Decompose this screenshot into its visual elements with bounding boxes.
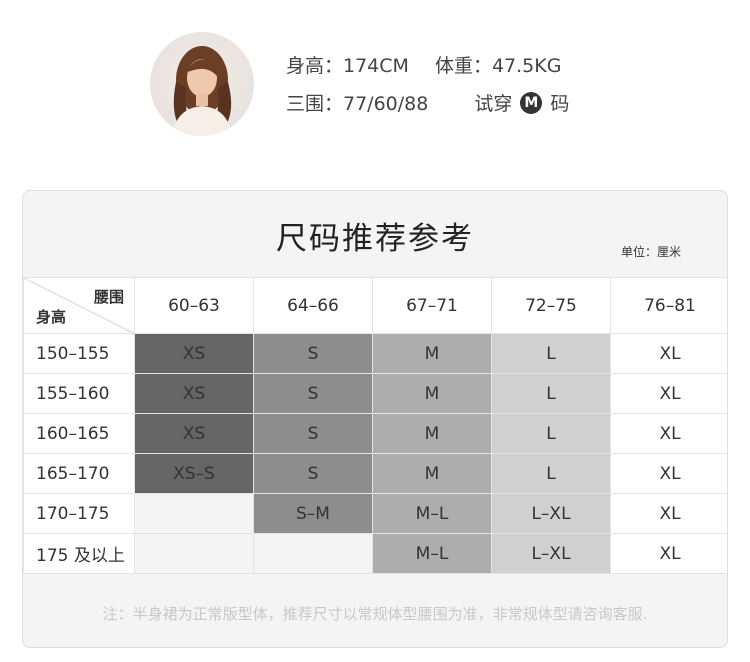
model-height: 身高：174CM <box>286 55 409 77</box>
size-cell <box>253 533 373 574</box>
column-header: 76–81 <box>610 277 727 334</box>
row-height-label: 170–175 <box>23 493 135 534</box>
size-cell: XL <box>610 533 727 574</box>
row-height-label: 160–165 <box>23 413 135 454</box>
size-cell: L <box>491 413 611 454</box>
chart-unit: 单位：厘米 <box>620 245 681 259</box>
size-cell: XS–S <box>134 453 254 494</box>
model-measurements: 三围：77/60/88 <box>286 93 429 115</box>
row-height-label: 175 及以上 <box>23 533 135 574</box>
size-guide-page: 身高：174CM 体重：47.5KG 三围：77/60/88 试穿 M 码 尺码… <box>0 0 750 662</box>
row-height-label: 165–170 <box>23 453 135 494</box>
size-cell: M <box>372 373 492 414</box>
size-cell: L <box>491 373 611 414</box>
table-row: 165–170 XS–S S M L XL <box>23 453 727 494</box>
size-cell: M <box>372 413 492 454</box>
model-avatar <box>150 32 254 136</box>
column-header: 67–71 <box>372 277 492 334</box>
chart-footnote: 注：半身裙为正常版型体，推荐尺寸以常规体型腰围为准，非常规体型请咨询客服. <box>102 605 648 623</box>
size-cell: XS <box>134 373 254 414</box>
table-row: 160–165 XS S M L XL <box>23 413 727 454</box>
size-cell: XL <box>610 373 727 414</box>
size-cell: XS <box>134 333 254 374</box>
table-row: 170–175 S–M M–L L–XL XL <box>23 493 727 534</box>
size-chart-card: 尺码推荐参考 单位：厘米 腰围 身高 60–63 64–66 67–71 72–… <box>22 190 728 648</box>
size-cell: M <box>372 333 492 374</box>
size-cell: L–XL <box>491 533 611 574</box>
table-header-row: 腰围 身高 60–63 64–66 67–71 72–75 76–81 <box>23 277 727 334</box>
size-table: 腰围 身高 60–63 64–66 67–71 72–75 76–81 150–… <box>23 277 727 574</box>
size-cell <box>134 493 254 534</box>
size-cell: M–L <box>372 493 492 534</box>
size-cell: L <box>491 453 611 494</box>
size-cell: XL <box>610 333 727 374</box>
try-on-prefix: 试穿 <box>474 93 513 115</box>
table-row: 175 及以上 M–L L–XL XL <box>23 533 727 574</box>
corner-waist-label: 腰围 <box>93 288 124 306</box>
model-info-row-1: 身高：174CM 体重：47.5KG <box>286 51 561 78</box>
row-height-label: 155–160 <box>23 373 135 414</box>
column-header: 72–75 <box>491 277 611 334</box>
size-cell: M <box>372 453 492 494</box>
corner-height-label: 身高 <box>36 308 67 326</box>
size-cell: S <box>253 333 373 374</box>
size-cell: S <box>253 453 373 494</box>
table-row: 155–160 XS S M L XL <box>23 373 727 414</box>
size-cell: XS <box>134 413 254 454</box>
size-cell: L–XL <box>491 493 611 534</box>
size-cell: M–L <box>372 533 492 574</box>
size-cell <box>134 533 254 574</box>
row-height-label: 150–155 <box>23 333 135 374</box>
size-cell: S <box>253 413 373 454</box>
size-cell: XL <box>610 413 727 454</box>
size-cell: S–M <box>253 493 373 534</box>
model-portrait-icon <box>172 46 232 136</box>
size-table-body: 腰围 身高 60–63 64–66 67–71 72–75 76–81 150–… <box>23 277 727 574</box>
try-on-size-badge: M <box>520 91 543 114</box>
model-info-row-2: 三围：77/60/88 试穿 M 码 <box>286 89 569 116</box>
try-on-suffix: 码 <box>550 93 570 115</box>
size-cell: S <box>253 373 373 414</box>
table-row: 150–155 XS S M L XL <box>23 333 727 374</box>
column-header: 60–63 <box>134 277 254 334</box>
model-weight: 体重：47.5KG <box>434 55 562 77</box>
table-corner-cell: 腰围 身高 <box>23 277 135 334</box>
size-cell: XL <box>610 453 727 494</box>
size-cell: L <box>491 333 611 374</box>
column-header: 64–66 <box>253 277 373 334</box>
size-cell: XL <box>610 493 727 534</box>
